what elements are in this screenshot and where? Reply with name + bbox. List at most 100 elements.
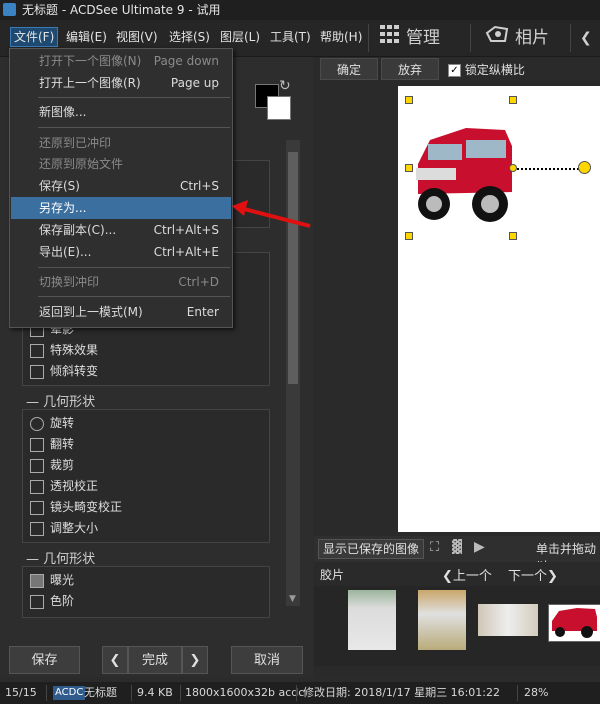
tool-special-effects[interactable]: 特殊效果 bbox=[30, 341, 98, 359]
tool-tilt-shift[interactable]: 倾斜转变 bbox=[30, 362, 98, 380]
chevron-left-icon: ❮ bbox=[442, 569, 453, 584]
tool-resize[interactable]: 调整大小 bbox=[30, 519, 98, 537]
menu-tools[interactable]: 工具(T) bbox=[267, 28, 314, 46]
format-badge: ACDC bbox=[53, 686, 86, 700]
menu-help[interactable]: 帮助(H) bbox=[317, 28, 365, 46]
menu-item-revert-original[interactable]: 还原到原始文件 bbox=[11, 153, 231, 175]
perspective-icon bbox=[30, 479, 44, 494]
menu-item-label: 保存副本(C)... bbox=[39, 223, 117, 237]
title-bar: 无标题 - ACDSee Ultimate 9 - 试用 bbox=[0, 0, 600, 20]
tool-flip[interactable]: 翻转 bbox=[30, 435, 74, 453]
filmstrip-header: 胶片 ❮上一个 下一个❯ bbox=[314, 562, 600, 586]
menu-item-return-previous-mode[interactable]: 返回到上一模式(M) Enter bbox=[11, 301, 231, 323]
menu-item-shortcut: Ctrl+D bbox=[178, 275, 219, 289]
status-divider bbox=[517, 685, 518, 701]
filmstrip-thumbnail[interactable] bbox=[478, 604, 538, 636]
menu-item-label: 另存为... bbox=[39, 201, 87, 215]
tab-manage-label: 管理 bbox=[406, 28, 440, 48]
tool-label: 倾斜转变 bbox=[50, 364, 99, 378]
lock-aspect-option[interactable]: ✓ 锁定纵横比 bbox=[448, 61, 525, 78]
discard-button[interactable]: 放弃 bbox=[381, 58, 439, 80]
filmstrip-thumbnail[interactable] bbox=[418, 590, 466, 650]
filmstrip-next[interactable]: 下一个❯ bbox=[508, 565, 558, 584]
crop-handle[interactable] bbox=[509, 232, 517, 240]
status-file-size: 9.4 KB bbox=[137, 686, 173, 699]
menu-edit[interactable]: 编辑(E) bbox=[63, 28, 110, 46]
tool-lens-distortion[interactable]: 镜头畸变校正 bbox=[30, 498, 122, 516]
rotate-icon bbox=[30, 416, 44, 431]
menu-divider bbox=[368, 24, 369, 52]
magic-wand-icon bbox=[30, 343, 44, 358]
tool-label: 镜头畸变校正 bbox=[50, 500, 123, 514]
menu-item-new-image[interactable]: 新图像... bbox=[11, 101, 231, 123]
menu-select[interactable]: 选择(S) bbox=[166, 28, 213, 46]
menu-item-label: 打开下一个图像(N) bbox=[39, 54, 142, 68]
menu-view[interactable]: 视图(V) bbox=[113, 28, 161, 46]
menu-item-open-next[interactable]: 打开下一个图像(N) Page down bbox=[11, 50, 231, 72]
fullscreen-icon[interactable]: ⛶ bbox=[430, 540, 439, 555]
tab-photos[interactable]: 相片 bbox=[485, 20, 549, 56]
play-icon[interactable]: ▶ bbox=[474, 539, 485, 555]
lock-aspect-checkbox[interactable]: ✓ bbox=[448, 64, 461, 77]
tab-divider bbox=[470, 24, 471, 52]
crop-handle[interactable] bbox=[405, 232, 413, 240]
menu-file[interactable]: 文件(F) bbox=[10, 27, 59, 47]
cancel-button[interactable]: 取消 bbox=[231, 646, 303, 674]
tool-label: 透视校正 bbox=[50, 479, 99, 493]
menu-item-label: 返回到上一模式(M) bbox=[39, 305, 143, 319]
save-button[interactable]: 保存 bbox=[9, 646, 80, 674]
done-button[interactable]: 完成 bbox=[128, 646, 182, 674]
crop-handle[interactable] bbox=[405, 164, 413, 172]
tool-levels[interactable]: 色阶 bbox=[30, 592, 74, 610]
menu-item-switch-develop[interactable]: 切换到冲印 Ctrl+D bbox=[11, 271, 231, 293]
chevron-right-icon: ❯ bbox=[189, 653, 201, 668]
menu-item-label: 切换到冲印 bbox=[39, 275, 100, 289]
scroll-down-icon[interactable]: ▼ bbox=[289, 594, 296, 604]
menu-layer[interactable]: 图层(L) bbox=[217, 28, 263, 46]
menu-item-save-as[interactable]: 另存为... bbox=[11, 197, 231, 219]
tool-exposure[interactable]: 曝光 bbox=[30, 571, 74, 589]
menu-item-shortcut: Ctrl+Alt+E bbox=[153, 245, 219, 259]
section-geometry-header[interactable]: — 几何形状 bbox=[26, 548, 95, 567]
histogram-icon[interactable]: ▓ bbox=[452, 540, 462, 555]
menu-item-open-previous[interactable]: 打开上一个图像(R) Page up bbox=[11, 72, 231, 94]
tool-perspective[interactable]: 透视校正 bbox=[30, 477, 98, 495]
tab-divider bbox=[570, 24, 571, 52]
prev-button[interactable]: ❮ bbox=[102, 646, 128, 674]
next-button[interactable]: ❯ bbox=[182, 646, 208, 674]
menu-item-save-copy[interactable]: 保存副本(C)... Ctrl+Alt+S bbox=[11, 219, 231, 241]
filmstrip-prev[interactable]: ❮上一个 bbox=[442, 565, 492, 584]
tool-crop[interactable]: 裁剪 bbox=[30, 456, 74, 474]
app-icon bbox=[3, 3, 16, 16]
chevron-left-icon[interactable]: ❮ bbox=[580, 30, 592, 46]
swap-colors-icon[interactable]: ↻ bbox=[279, 78, 291, 94]
annotation-arrow-icon bbox=[232, 200, 311, 228]
confirm-button[interactable]: 确定 bbox=[320, 58, 378, 80]
filmstrip-thumbnail-current[interactable] bbox=[548, 604, 600, 642]
status-modified: 修改日期: 2018/1/17 星期三 16:01:22 bbox=[303, 686, 501, 699]
menu-item-label: 保存(S) bbox=[39, 179, 80, 193]
section-title: 几何形状 bbox=[43, 552, 96, 567]
rotate-handle[interactable] bbox=[509, 164, 517, 172]
rotate-knob[interactable] bbox=[578, 161, 591, 174]
tab-manage[interactable]: 管理 bbox=[380, 20, 440, 56]
background-color-swatch[interactable] bbox=[267, 96, 291, 120]
tool-rotate[interactable]: 旋转 bbox=[30, 414, 74, 432]
menu-item-revert-developed[interactable]: 还原到已冲印 bbox=[11, 132, 231, 154]
filmstrip-thumbnail[interactable] bbox=[348, 590, 396, 650]
menu-item-save[interactable]: 保存(S) Ctrl+S bbox=[11, 175, 231, 197]
menu-item-export[interactable]: 导出(E)... Ctrl+Alt+E bbox=[11, 241, 231, 263]
status-bar: 15/15 ACDC 无标题 9.4 KB 1800x1600x32b acdc… bbox=[0, 682, 600, 704]
menu-separator bbox=[38, 296, 230, 297]
photo-icon bbox=[485, 20, 509, 56]
scrollbar-thumb[interactable] bbox=[288, 152, 298, 384]
status-divider bbox=[131, 685, 132, 701]
status-divider bbox=[46, 685, 47, 701]
section-geometry-header[interactable]: — 几何形状 bbox=[26, 391, 95, 410]
tool-label: 曝光 bbox=[50, 573, 75, 587]
crop-handle[interactable] bbox=[405, 96, 413, 104]
rotate-handle-line bbox=[517, 168, 579, 170]
crop-handle[interactable] bbox=[509, 96, 517, 104]
show-saved-button[interactable]: 显示已保存的图像 bbox=[318, 539, 425, 559]
tool-label: 翻转 bbox=[50, 437, 75, 451]
